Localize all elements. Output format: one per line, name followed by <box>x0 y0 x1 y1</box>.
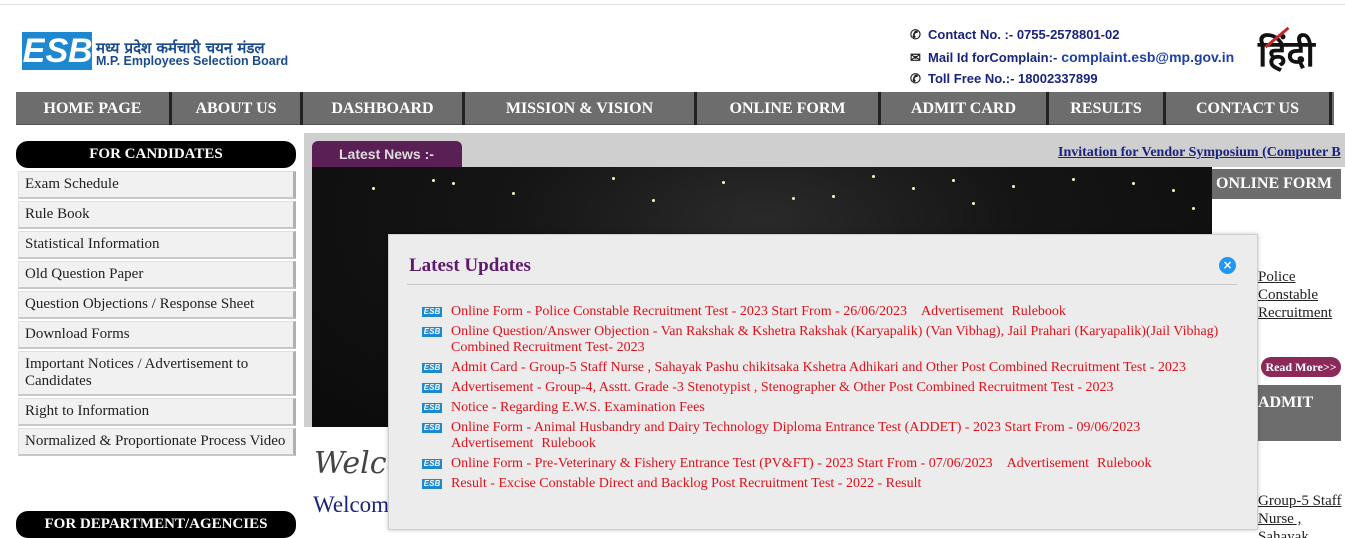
update-item: ESB Result - Excise Constable Direct and … <box>422 476 1242 492</box>
nav-results[interactable]: RESULTS <box>1049 92 1166 125</box>
rulebook-link[interactable]: Rulebook <box>1011 304 1065 319</box>
phone-icon: ✆ <box>910 71 921 86</box>
sidebar-item[interactable]: Normalized & Proportionate Process Video <box>18 428 296 456</box>
contact-block: ✆ Contact No. :- 0755-2578801-02 ✉ Mail Id… <box>910 24 1260 90</box>
logo-letter-e: E <box>22 32 46 70</box>
esb-bullet-icon: ESB <box>422 403 442 413</box>
esb-bullet-icon: ESB <box>422 363 442 373</box>
light-dot <box>1132 182 1135 185</box>
update-link[interactable]: Advertisement - Group-4, Asstt. Grade -3… <box>451 380 1114 395</box>
advertisement-link[interactable]: Advertisement <box>921 304 1003 319</box>
update-link[interactable]: Online Question/Answer Objection - Van R… <box>451 324 1218 355</box>
light-dot <box>722 181 725 184</box>
light-dot <box>452 182 455 185</box>
light-dot <box>612 177 615 180</box>
esb-logo[interactable]: E S B मध्य प्रदेश कर्मचारी चयन मंडल M.P.… <box>22 32 292 80</box>
light-dot <box>832 195 835 198</box>
light-dot <box>432 179 435 182</box>
light-dot <box>372 187 375 190</box>
mail-hand-icon: ✉ <box>910 50 921 65</box>
update-link[interactable]: Admit Card - Group-5 Staff Nurse , Sahay… <box>451 360 1186 375</box>
light-dot <box>1192 207 1195 210</box>
advertisement-link[interactable]: Advertisement <box>1007 456 1089 471</box>
nav-online-form[interactable]: ONLINE FORM <box>697 92 881 125</box>
welcome-text: Welcom <box>313 492 390 517</box>
main-nav: HOME PAGE ABOUT US DASHBOARD MISSION & VISI… <box>16 92 1334 125</box>
light-dot <box>512 192 515 195</box>
sidebar-item[interactable]: Rule Book <box>18 201 296 229</box>
esb-bullet-icon: ESB <box>422 423 442 433</box>
update-link[interactable]: Result - Excise Constable Direct and Bac… <box>451 476 921 491</box>
update-item: ESB Online Form - Pre-Veterinary & Fisher… <box>422 456 1242 472</box>
esb-bullet-icon: ESB <box>422 383 442 393</box>
light-dot <box>1172 189 1175 192</box>
latest-updates-modal: Latest Updates × ESB Online Form - Police… <box>388 234 1258 530</box>
advertisement-link[interactable]: Advertisement <box>451 436 533 451</box>
mail-label: Mail Id forComplain:- <box>928 50 1058 65</box>
update-item: ESB Online Question/Answer Objection - Va… <box>422 324 1242 356</box>
update-item: ESB Admit Card - Group-5 Staff Nurse , Sa… <box>422 360 1242 376</box>
for-candidates-heading: FOR CANDIDATES <box>16 141 296 168</box>
rulebook-link[interactable]: Rulebook <box>541 436 595 451</box>
hindi-language-link[interactable]: हिंदी <box>1258 26 1315 77</box>
online-form-heading: ONLINE FORM <box>1212 169 1341 199</box>
sidebar-item[interactable]: Statistical Information <box>18 231 296 259</box>
close-icon[interactable]: × <box>1219 257 1236 274</box>
update-link[interactable]: Online Form - Police Constable Recruitme… <box>451 304 907 319</box>
logo-letter-b: B <box>68 32 93 70</box>
logo-mark: E S B <box>22 32 93 76</box>
tollfree-number: Toll Free No.:- 18002337899 <box>928 71 1098 86</box>
sidebar-item[interactable]: Question Objections / Response Sheet <box>18 291 296 319</box>
group5-staff-nurse-link[interactable]: Group-5 Staff Nurse , Sahayak <box>1258 492 1342 538</box>
sidebar-item[interactable]: Right to Information <box>18 398 296 426</box>
update-item: ESB Online Form - Animal Husbandry and Da… <box>422 420 1242 452</box>
update-item: ESB Notice - Regarding E.W.S. Examination… <box>422 400 1242 416</box>
modal-divider <box>407 284 1237 285</box>
logo-letter-s: S <box>45 32 69 70</box>
complaint-email-link[interactable]: complaint.esb@mp.gov.in <box>1061 49 1234 65</box>
light-dot <box>652 199 655 202</box>
update-link[interactable]: Online Form - Animal Husbandry and Dairy… <box>451 420 1140 435</box>
update-item: ESB Online Form - Police Constable Recrui… <box>422 304 1242 320</box>
light-dot <box>1012 185 1015 188</box>
nav-contact-us[interactable]: CONTACT US <box>1166 92 1332 125</box>
light-dot <box>792 197 795 200</box>
read-more-button[interactable]: Read More>> <box>1261 357 1341 377</box>
candidate-links: Exam Schedule Rule Book Statistical Inform… <box>18 171 296 458</box>
phone-icon: ✆ <box>910 27 921 42</box>
logo-english-name: M.P. Employees Selection Board <box>96 54 289 68</box>
update-link[interactable]: Notice - Regarding E.W.S. Examination Fe… <box>451 400 705 415</box>
top-divider <box>0 4 1345 5</box>
light-dot <box>872 175 875 178</box>
light-dot <box>952 179 955 182</box>
updates-list: ESB Online Form - Police Constable Recrui… <box>422 304 1242 496</box>
nav-admit-card[interactable]: ADMIT CARD <box>881 92 1049 125</box>
nav-home-page[interactable]: HOME PAGE <box>16 92 172 125</box>
for-department-heading[interactable]: FOR DEPARTMENT/AGENCIES <box>16 511 296 538</box>
sidebar-item[interactable]: Important Notices / Advertisement to Can… <box>18 351 296 396</box>
esb-bullet-icon: ESB <box>422 327 442 337</box>
esb-bullet-icon: ESB <box>422 459 442 469</box>
police-constable-link[interactable]: Police Constable Recruitment <box>1258 268 1342 322</box>
update-link[interactable]: Online Form - Pre-Veterinary & Fishery E… <box>451 456 993 471</box>
hindi-label: हिंदी <box>1258 34 1315 75</box>
contact-number: Contact No. :- 0755-2578801-02 <box>928 27 1120 42</box>
light-dot <box>912 187 915 190</box>
esb-bullet-icon: ESB <box>422 307 442 317</box>
nav-dashboard[interactable]: DASHBOARD <box>303 92 465 125</box>
rulebook-link[interactable]: Rulebook <box>1097 456 1151 471</box>
light-dot <box>1072 178 1075 181</box>
update-item: ESB Advertisement - Group-4, Asstt. Grade… <box>422 380 1242 396</box>
nav-about-us[interactable]: ABOUT US <box>172 92 303 125</box>
sidebar-item[interactable]: Exam Schedule <box>18 171 296 199</box>
esb-bullet-icon: ESB <box>422 479 442 489</box>
latest-news-badge: Latest News :- <box>312 141 462 167</box>
light-dot <box>972 202 975 205</box>
news-ticker-link[interactable]: Invitation for Vendor Symposium (Compute… <box>1058 145 1345 161</box>
modal-title: Latest Updates <box>409 255 531 276</box>
sidebar-item[interactable]: Download Forms <box>18 321 296 349</box>
sidebar-item[interactable]: Old Question Paper <box>18 261 296 289</box>
nav-mission-vision[interactable]: MISSION & VISION <box>465 92 697 125</box>
